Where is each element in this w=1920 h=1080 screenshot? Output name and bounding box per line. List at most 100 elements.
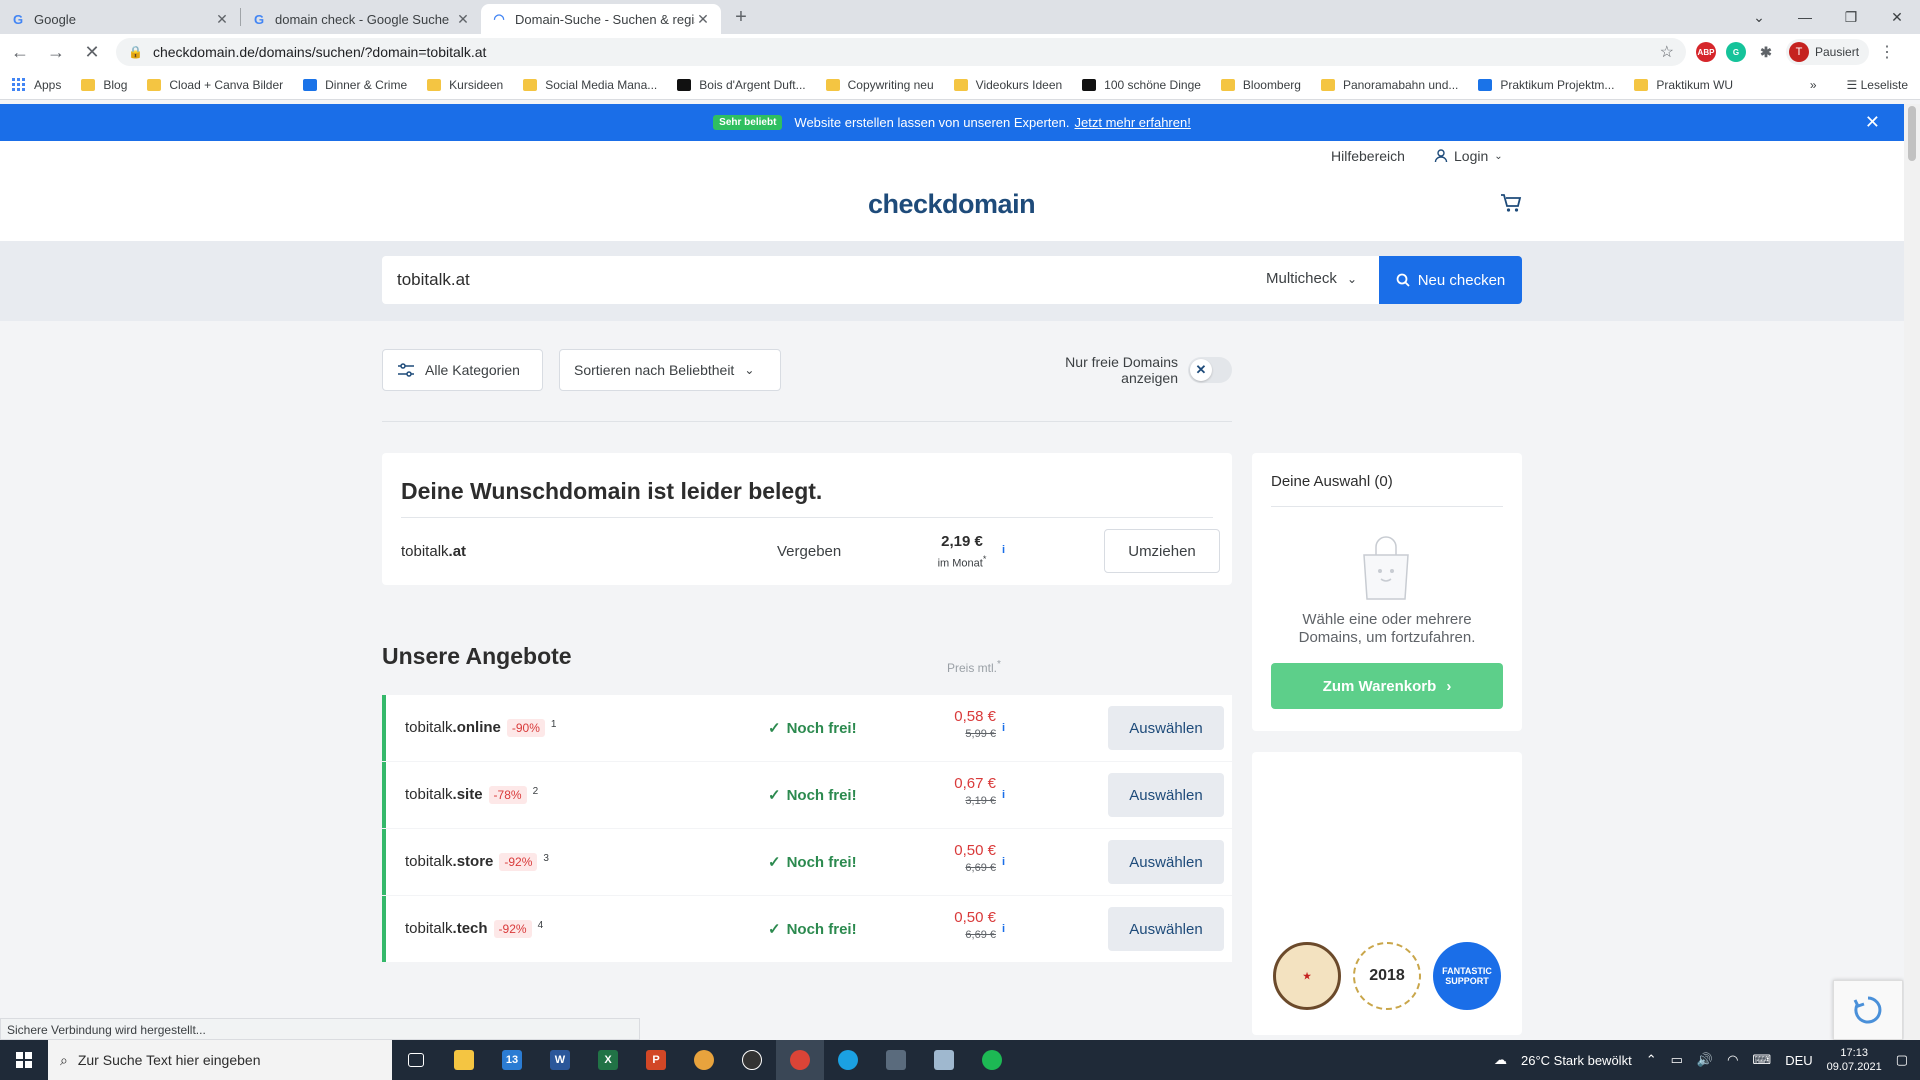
bookmark-item[interactable]: Dinner & Crime xyxy=(303,78,407,92)
go-to-cart-button[interactable]: Zum Warenkorb › xyxy=(1271,663,1503,709)
word-icon[interactable]: W xyxy=(536,1040,584,1080)
chrome-icon[interactable] xyxy=(776,1040,824,1080)
close-tab-icon[interactable]: ✕ xyxy=(455,11,471,28)
tab-search-icon[interactable]: ⌄ xyxy=(1736,9,1782,26)
sort-dropdown[interactable]: Sortieren nach Beliebtheit ⌄ xyxy=(559,349,781,391)
task-view-icon[interactable] xyxy=(392,1040,440,1080)
restore-icon[interactable]: ❐ xyxy=(1828,9,1874,26)
bookmark-item[interactable]: Praktikum Projektm... xyxy=(1478,78,1614,92)
grammarly-icon[interactable]: G xyxy=(1726,42,1746,62)
bookmark-label: Social Media Mana... xyxy=(545,77,658,92)
edge-icon[interactable] xyxy=(824,1040,872,1080)
cart-icon[interactable] xyxy=(1500,193,1522,219)
scrollbar-thumb[interactable] xyxy=(1908,106,1916,161)
back-icon[interactable]: ← xyxy=(4,36,36,68)
help-link[interactable]: Hilfebereich xyxy=(1331,148,1405,164)
file-explorer-icon[interactable] xyxy=(440,1040,488,1080)
close-tab-icon[interactable]: ✕ xyxy=(214,11,230,28)
menu-icon[interactable]: ⋮ xyxy=(1879,42,1895,62)
close-icon[interactable]: ✕ xyxy=(1865,112,1880,133)
bookmark-item[interactable]: Bois d'Argent Duft... xyxy=(677,77,806,92)
browser-tab[interactable]: G domain check - Google Suche ✕ xyxy=(241,4,481,34)
recaptcha-icon[interactable] xyxy=(1833,980,1903,1040)
bookmark-star-icon[interactable]: ☆ xyxy=(1660,42,1674,62)
bookmark-item[interactable]: Bloomberg xyxy=(1220,78,1301,92)
multicheck-dropdown[interactable]: Multicheck ⌄ xyxy=(1266,270,1357,287)
new-price: 0,50 € xyxy=(954,842,996,859)
notepad-icon[interactable] xyxy=(920,1040,968,1080)
volume-icon[interactable]: 🔊 xyxy=(1697,1052,1713,1068)
bookmark-label: Bois d'Argent Duft... xyxy=(699,77,806,92)
clock[interactable]: 17:13 09.07.2021 xyxy=(1827,1046,1882,1074)
language-indicator[interactable]: DEU xyxy=(1785,1053,1812,1068)
powerpoint-icon[interactable]: P xyxy=(632,1040,680,1080)
more-bookmarks-icon[interactable]: » xyxy=(1810,78,1817,92)
browser-tab[interactable]: G Google ✕ xyxy=(0,4,240,34)
transfer-button[interactable]: Umziehen xyxy=(1104,529,1220,573)
domain-search-input[interactable]: tobitalk.at xyxy=(382,256,1379,304)
info-icon[interactable]: i xyxy=(1002,856,1005,868)
browser-tab-active[interactable]: ◠ Domain-Suche - Suchen & regist ✕ xyxy=(481,4,721,34)
spotify-icon[interactable] xyxy=(968,1040,1016,1080)
select-button[interactable]: Auswählen xyxy=(1108,907,1224,951)
weather-icon[interactable]: ☁ xyxy=(1494,1052,1507,1068)
app-icon[interactable] xyxy=(680,1040,728,1080)
mail-icon[interactable]: 13 xyxy=(488,1040,536,1080)
categories-filter-button[interactable]: Alle Kategorien xyxy=(382,349,543,391)
discount-badge: -92% xyxy=(493,920,532,938)
wifi-icon[interactable]: ◠ xyxy=(1727,1052,1738,1068)
info-icon[interactable]: i xyxy=(1002,544,1005,556)
domain-tld: .online xyxy=(452,719,501,736)
url-bar[interactable]: 🔒 checkdomain.de/domains/suchen/?domain=… xyxy=(116,38,1686,66)
forward-icon[interactable]: → xyxy=(40,36,72,68)
close-tab-icon[interactable]: ✕ xyxy=(695,11,711,28)
lock-icon[interactable]: 🔒 xyxy=(128,45,143,59)
price-header-label: Preis mtl. xyxy=(947,661,998,675)
bookmark-item[interactable]: Videokurs Ideen xyxy=(953,78,1062,92)
select-label: Auswählen xyxy=(1129,853,1203,871)
select-button[interactable]: Auswählen xyxy=(1108,773,1224,817)
keyboard-icon[interactable]: ⌨ xyxy=(1752,1052,1771,1068)
free-only-toggle[interactable]: ✕ xyxy=(1188,357,1232,383)
search-button[interactable]: Neu checken xyxy=(1379,256,1522,304)
bookmark-item[interactable]: Blog xyxy=(81,78,127,92)
info-icon[interactable]: i xyxy=(1002,789,1005,801)
windows-start-icon[interactable] xyxy=(0,1040,48,1080)
select-button[interactable]: Auswählen xyxy=(1108,840,1224,884)
taskbar-search-input[interactable]: ⌕ Zur Suche Text hier eingeben xyxy=(48,1040,392,1080)
close-window-icon[interactable]: ✕ xyxy=(1874,9,1920,26)
bookmark-item[interactable]: Praktikum WU xyxy=(1634,78,1733,92)
site-logo[interactable]: checkdomain xyxy=(868,189,1036,220)
calculator-icon[interactable] xyxy=(872,1040,920,1080)
bookmark-item[interactable]: 100 schöne Dinge xyxy=(1082,78,1201,92)
page-scrollbar[interactable] xyxy=(1904,104,1920,1040)
chevron-up-icon[interactable]: ⌃ xyxy=(1646,1052,1657,1068)
info-icon[interactable]: i xyxy=(1002,722,1005,734)
excel-icon[interactable]: X xyxy=(584,1040,632,1080)
free-only-label: Nur freie Domains anzeigen xyxy=(1065,354,1178,386)
bookmark-item[interactable]: Kursideen xyxy=(427,78,503,92)
weather-text[interactable]: 26°C Stark bewölkt xyxy=(1521,1053,1632,1068)
x-icon: ✕ xyxy=(1190,359,1212,381)
promo-link[interactable]: Jetzt mehr erfahren! xyxy=(1075,115,1191,130)
system-tray: ☁ 26°C Stark bewölkt ⌃ ▭ 🔊 ◠ ⌨ DEU 17:13… xyxy=(1494,1046,1920,1074)
notifications-icon[interactable]: ▢ xyxy=(1896,1052,1908,1068)
profile-button[interactable]: T Pausiert xyxy=(1786,39,1870,65)
minimize-icon[interactable]: — xyxy=(1782,9,1828,25)
reading-list[interactable]: ☰ Leseliste xyxy=(1847,78,1908,92)
bookmark-item[interactable]: Social Media Mana... xyxy=(523,78,657,92)
login-menu[interactable]: Login ⌄ xyxy=(1434,148,1503,164)
bookmark-item[interactable]: Cload + Canva Bilder xyxy=(147,78,283,92)
info-icon[interactable]: i xyxy=(1002,923,1005,935)
new-tab-button[interactable]: + xyxy=(727,3,755,31)
bookmark-item[interactable]: Copywriting neu xyxy=(825,78,934,92)
bookmark-item[interactable]: Panoramabahn und... xyxy=(1320,78,1458,92)
bookmark-apps[interactable]: Apps xyxy=(12,77,61,92)
stop-loading-icon[interactable]: ✕ xyxy=(76,36,108,68)
adblock-icon[interactable]: ABP xyxy=(1696,42,1716,62)
extensions-puzzle-icon[interactable]: ✱ xyxy=(1756,42,1776,62)
google-icon: G xyxy=(12,11,24,27)
obs-icon[interactable] xyxy=(728,1040,776,1080)
battery-icon[interactable]: ▭ xyxy=(1671,1052,1683,1068)
select-button[interactable]: Auswählen xyxy=(1108,706,1224,750)
